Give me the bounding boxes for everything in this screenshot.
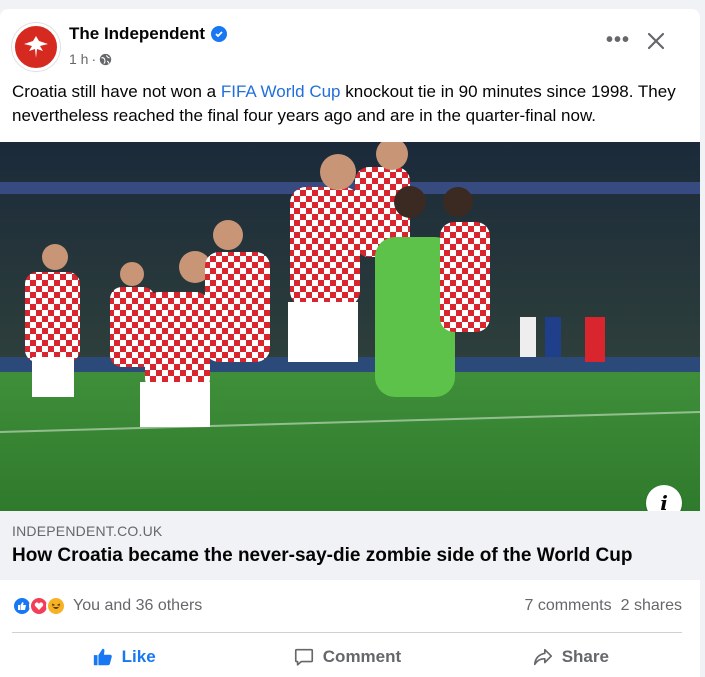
share-button[interactable]: Share — [459, 637, 682, 677]
reactions-summary[interactable]: You and 36 others — [12, 596, 202, 616]
link-domain: INDEPENDENT.CO.UK — [12, 523, 163, 539]
like-button[interactable]: Like — [12, 637, 235, 677]
meta-separator: · — [91, 51, 97, 67]
post-image[interactable]: i — [0, 142, 700, 511]
like-label: Like — [121, 647, 156, 666]
page-name-label[interactable]: The Independent — [69, 24, 205, 44]
thumbs-up-icon — [93, 648, 112, 666]
engagement-counts: 7 comments 2 shares — [524, 597, 682, 615]
reactions-count[interactable]: You and 36 others — [73, 597, 202, 615]
link-preview[interactable]: INDEPENDENT.CO.UK How Croatia became the… — [0, 511, 700, 580]
comment-label: Comment — [322, 647, 402, 666]
link-headline[interactable]: How Croatia became the never-say-die zom… — [12, 545, 688, 567]
share-label: Share — [561, 647, 609, 666]
post-actions-bar: Like Comment Share — [12, 637, 682, 677]
comments-count[interactable]: 7 comments — [524, 597, 611, 615]
post-timestamp[interactable]: 1 h — [69, 51, 88, 67]
actions-divider — [12, 632, 682, 633]
page-avatar[interactable] — [12, 23, 60, 71]
haha-reaction-icon — [46, 596, 66, 616]
fifa-world-cup-hashtag-link[interactable]: FIFA World Cup — [221, 82, 341, 101]
post-meta: 1 h · — [69, 51, 112, 67]
page-name[interactable]: The Independent — [69, 24, 227, 44]
close-icon[interactable] — [644, 29, 668, 53]
independent-eagle-logo-icon — [24, 36, 48, 58]
comment-icon — [294, 648, 313, 666]
verified-badge-icon — [211, 26, 227, 42]
more-options-button[interactable]: ••• — [606, 29, 630, 52]
croatia-players-celebration-photo — [0, 142, 700, 511]
comment-button[interactable]: Comment — [235, 637, 458, 677]
post-card: The Independent 1 h · ••• Croatia still … — [0, 9, 700, 677]
shares-count[interactable]: 2 shares — [621, 597, 682, 615]
post-stats: You and 36 others 7 comments 2 shares — [12, 592, 682, 620]
post-text-part1: Croatia still have not won a — [12, 82, 221, 101]
post-header: The Independent 1 h · ••• — [12, 23, 688, 71]
globe-icon — [99, 53, 112, 65]
share-arrow-icon — [533, 648, 552, 666]
post-body-text: Croatia still have not won a FIFA World … — [12, 80, 692, 128]
